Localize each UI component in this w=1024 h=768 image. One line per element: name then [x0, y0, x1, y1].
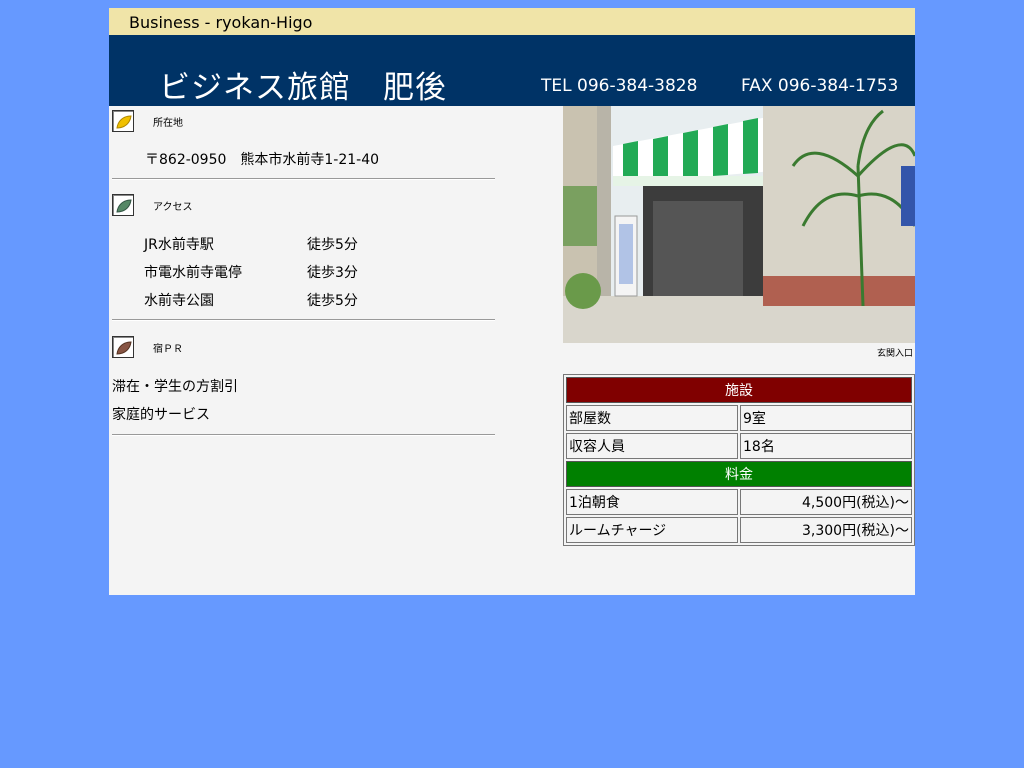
header-banner: ビジネス旅館 肥後 TEL 096-384-3828 FAX 096-384-1… — [109, 35, 915, 106]
page-frame: Business - ryokan-Higo ビジネス旅館 肥後 TEL 096… — [109, 8, 915, 595]
fax-number: FAX 096-384-1753 — [741, 76, 899, 96]
rate-value: 3,300円(税込)～ — [740, 517, 912, 543]
info-table: 施設 部屋数 9室 収容人員 18名 料金 1泊朝食 4,500円(税込)～ ル… — [563, 374, 915, 546]
access-time: 徒歩5分 — [307, 237, 358, 253]
access-place: JR水前寺駅 — [144, 237, 214, 253]
photo-caption: 玄関入口 — [876, 349, 913, 359]
section-title-location: 所在地 — [153, 118, 183, 129]
access-place: 水前寺公園 — [144, 293, 214, 309]
facility-value: 18名 — [740, 433, 912, 459]
tel-number: TEL 096-384-3828 — [541, 76, 698, 96]
section-title-access: アクセス — [153, 202, 193, 213]
access-place: 市電水前寺電停 — [144, 265, 242, 281]
pr-line: 家庭的サービス — [112, 407, 210, 423]
table-row: 1泊朝食 4,500円(税込)～ — [566, 489, 912, 515]
rate-label: 1泊朝食 — [566, 489, 738, 515]
divider — [112, 319, 495, 321]
rate-label: ルームチャージ — [566, 517, 738, 543]
facilities-header: 施設 — [566, 377, 912, 403]
section-title-pr: 宿ＰＲ — [153, 344, 183, 355]
access-time: 徒歩3分 — [307, 265, 358, 281]
leaf-green-icon — [112, 194, 134, 216]
divider — [112, 434, 495, 436]
table-row: 料金 — [566, 461, 912, 487]
rate-value: 4,500円(税込)～ — [740, 489, 912, 515]
facility-label: 収容人員 — [566, 433, 738, 459]
ryokan-name: ビジネス旅館 肥後 — [159, 70, 447, 106]
table-row: 部屋数 9室 — [566, 405, 912, 431]
facility-label: 部屋数 — [566, 405, 738, 431]
top-bar: Business - ryokan-Higo — [109, 8, 915, 35]
facility-value: 9室 — [740, 405, 912, 431]
table-row: 収容人員 18名 — [566, 433, 912, 459]
entrance-photo — [563, 106, 915, 343]
leaf-yellow-icon — [112, 110, 134, 132]
rates-header: 料金 — [566, 461, 912, 487]
table-row: 施設 — [566, 377, 912, 403]
divider — [112, 178, 495, 180]
address: 〒862-0950 熊本市水前寺1-21-40 — [145, 152, 380, 168]
access-time: 徒歩5分 — [307, 293, 358, 309]
pr-line: 滞在・学生の方割引 — [112, 379, 238, 395]
leaf-brown-icon — [112, 336, 134, 358]
table-row: ルームチャージ 3,300円(税込)～ — [566, 517, 912, 543]
site-english-title: Business - ryokan-Higo — [129, 13, 313, 32]
